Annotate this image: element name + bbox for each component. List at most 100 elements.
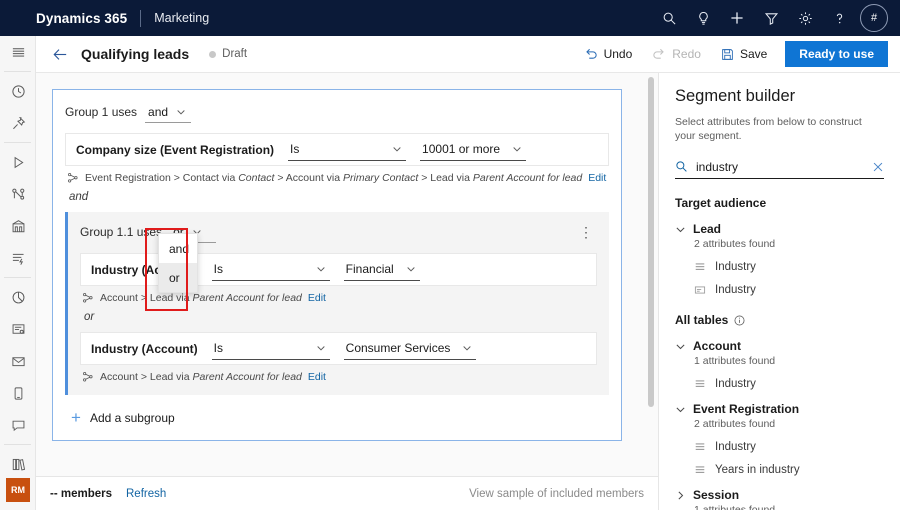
close-icon[interactable] <box>872 161 884 173</box>
add-subgroup-label: Add a subgroup <box>90 411 175 425</box>
table-group-lead[interactable]: Lead <box>675 222 884 236</box>
segment-canvas: Group 1 uses and Company size (Event Reg… <box>36 73 658 476</box>
search-icon <box>675 160 688 173</box>
search-icon[interactable] <box>652 0 686 36</box>
edit-path-link[interactable]: Edit <box>308 292 326 304</box>
user-avatar[interactable]: # <box>860 4 888 32</box>
add-subgroup-button[interactable]: + Add a subgroup <box>65 409 609 426</box>
group-1-operator-value: and <box>148 105 168 119</box>
rail-user-avatar[interactable]: RM <box>6 478 30 502</box>
attribute-item[interactable]: Industry <box>675 378 884 390</box>
command-bar: Qualifying leads Draft Undo Redo <box>36 36 900 73</box>
attribute-item[interactable]: Industry <box>675 261 884 273</box>
condition-value-select[interactable]: Consumer Services <box>344 338 477 360</box>
chevron-down-icon <box>176 107 186 117</box>
dropdown-option-and[interactable]: and <box>159 234 197 263</box>
condition-operator-select[interactable]: Is <box>212 259 330 281</box>
attribute-name: Industry <box>715 284 756 296</box>
chevron-down-icon <box>316 264 326 274</box>
text-field-icon <box>694 284 706 296</box>
operator-dropdown-menu[interactable]: and or <box>158 233 198 293</box>
condition-attribute: Industry (Account) <box>91 342 198 356</box>
condition-value: 10001 or more <box>422 142 500 156</box>
lightbulb-icon[interactable] <box>686 0 720 36</box>
option-set-icon <box>694 261 706 273</box>
table-name: Account <box>693 339 741 353</box>
canvas-scrollbar[interactable] <box>648 77 654 407</box>
customer-journey-icon[interactable] <box>0 178 36 210</box>
condition-operator-select[interactable]: Is <box>288 139 406 161</box>
plus-icon[interactable] <box>720 0 754 36</box>
subgroup-conjunction-label: or <box>84 311 597 323</box>
table-group-session[interactable]: Session <box>675 488 884 502</box>
analytics-icon[interactable] <box>0 281 36 313</box>
redo-button[interactable]: Redo <box>642 40 711 68</box>
refresh-link[interactable]: Refresh <box>126 488 166 500</box>
chevron-down-icon <box>316 343 326 353</box>
chat-icon[interactable] <box>0 409 36 441</box>
relationship-path-text: Event Registration > Contact via Contact… <box>85 172 582 184</box>
table-attribute-count: 1 attributes found <box>694 355 884 367</box>
relationship-path-text: Account > Lead via Parent Account for le… <box>100 371 302 383</box>
save-button[interactable]: Save <box>711 40 777 68</box>
attribute-item[interactable]: Years in industry <box>675 464 884 476</box>
condition-operator-value: Is <box>214 262 223 276</box>
library-icon[interactable] <box>0 448 36 480</box>
condition-value: Financial <box>346 262 394 276</box>
left-navigation-rail: RM <box>0 36 36 510</box>
ready-to-use-button[interactable]: Ready to use <box>785 41 888 67</box>
search-input[interactable] <box>696 160 864 174</box>
redo-label: Redo <box>672 47 701 61</box>
play-icon[interactable] <box>0 146 36 178</box>
table-name: Session <box>693 488 739 502</box>
condition-operator-value: Is <box>290 142 299 156</box>
edit-path-link[interactable]: Edit <box>588 172 606 184</box>
group-1-1-more-options-icon[interactable]: ⋮ <box>575 227 597 237</box>
table-name: Lead <box>693 222 721 236</box>
target-audience-heading: Target audience <box>675 196 884 210</box>
condition-value-select[interactable]: 10001 or more <box>420 139 526 161</box>
rail-divider <box>4 71 31 72</box>
event-icon[interactable] <box>0 210 36 242</box>
rail-divider <box>4 277 31 278</box>
condition-value-select[interactable]: Financial <box>344 259 420 281</box>
table-name: Event Registration <box>693 402 799 416</box>
table-group-account[interactable]: Account <box>675 339 884 353</box>
mobile-icon[interactable] <box>0 377 36 409</box>
status-badge: Draft <box>222 48 247 60</box>
filter-icon[interactable] <box>754 0 788 36</box>
info-icon[interactable] <box>734 315 745 326</box>
attribute-item[interactable]: Industry <box>675 284 884 296</box>
recent-icon[interactable] <box>0 75 36 107</box>
top-navigation-bar: Dynamics 365 Marketing <box>0 0 900 36</box>
condition-operator-value: Is <box>214 341 223 355</box>
form-icon[interactable] <box>0 313 36 345</box>
email-icon[interactable] <box>0 345 36 377</box>
attribute-search-box[interactable] <box>675 155 884 179</box>
table-group-event-registration[interactable]: Event Registration <box>675 402 884 416</box>
relationship-path-icon <box>82 292 94 304</box>
condition-operator-select[interactable]: Is <box>212 338 330 360</box>
edit-path-link[interactable]: Edit <box>308 371 326 383</box>
hamburger-menu-icon[interactable] <box>0 36 36 68</box>
help-icon[interactable] <box>822 0 856 36</box>
rail-divider <box>4 142 31 143</box>
attribute-item[interactable]: Industry <box>675 441 884 453</box>
relationship-path-row: Account > Lead via Parent Account for le… <box>80 371 597 383</box>
undo-button[interactable]: Undo <box>574 40 643 68</box>
chevron-down-icon <box>675 341 686 352</box>
panel-subtitle: Select attributes from below to construc… <box>675 115 884 143</box>
table-attribute-count: 2 attributes found <box>694 238 884 250</box>
back-arrow-icon[interactable] <box>45 39 75 69</box>
dropdown-option-or[interactable]: or <box>159 263 197 292</box>
table-attribute-count: 1 attributes found <box>694 504 884 510</box>
member-count-label: -- members <box>50 488 112 500</box>
app-name-label: Marketing <box>154 11 209 25</box>
condition-row: Company size (Event Registration) Is 100… <box>65 133 609 166</box>
group-1-operator-select[interactable]: and <box>145 102 191 123</box>
view-sample-link[interactable]: View sample of included members <box>469 488 644 500</box>
segment-icon[interactable] <box>0 242 36 274</box>
pin-icon[interactable] <box>0 107 36 139</box>
gear-icon[interactable] <box>788 0 822 36</box>
condition-value: Consumer Services <box>346 341 451 355</box>
